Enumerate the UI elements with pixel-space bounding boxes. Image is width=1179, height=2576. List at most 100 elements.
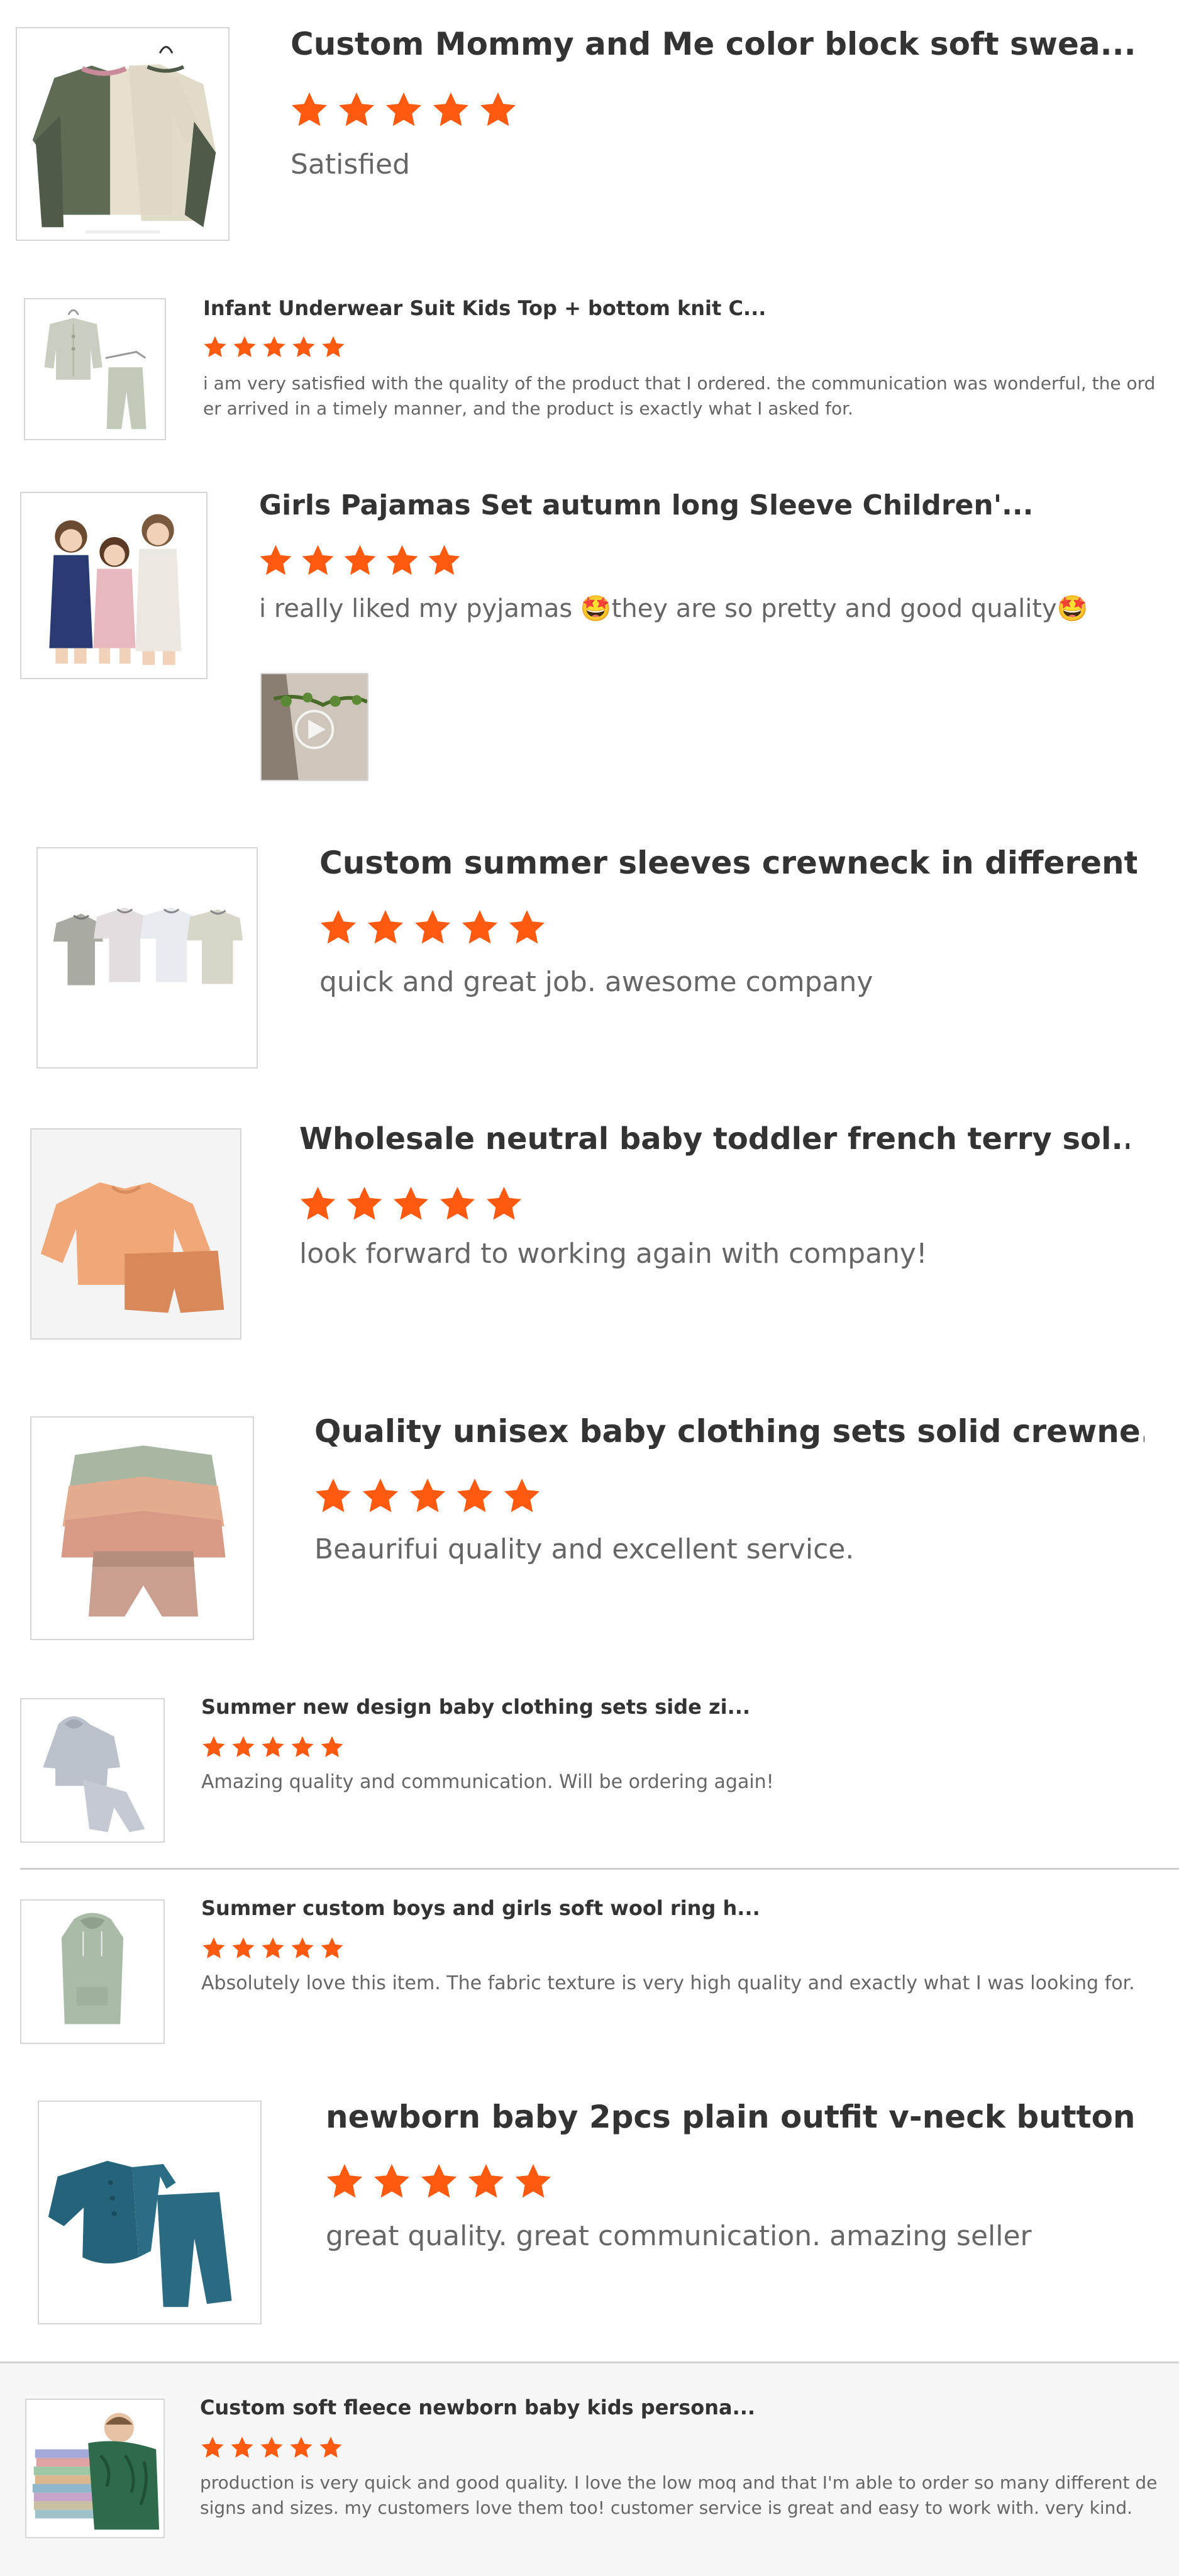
review-item: Custom soft fleece newborn baby kids per… [0,2390,1179,2572]
product-title[interactable]: Wholesale neutral baby toddler french te… [299,1119,1129,1158]
product-title[interactable]: Summer new design baby clothing sets sid… [201,1694,956,1719]
star-icon [321,1736,343,1757]
product-thumbnail[interactable] [24,298,166,440]
star-icon [291,1736,314,1757]
product-title[interactable]: Girls Pajamas Set autumn long Sleeve Chi… [259,488,1077,523]
review-text: i really liked my pyjamas 🤩they are so p… [259,594,1088,623]
product-thumbnail[interactable] [30,1128,241,1340]
star-icon [290,2436,313,2458]
divider [20,1868,1179,1870]
star-rating [258,541,468,580]
tshirts-image [38,848,257,1067]
review-item: Custom summer sleeves crewneck in differ… [0,824,1179,1088]
product-thumbnail[interactable] [20,1698,165,1843]
star-rating [202,333,350,361]
grey-hooded-set-image [21,1699,163,1841]
star-icon [386,545,418,575]
review-text: Satisfied [291,148,411,180]
star-icon [327,2164,362,2198]
review-text: Beaurifui quality and excellent service. [314,1533,855,1565]
star-rating [201,1733,349,1761]
star-rating [298,1182,531,1225]
star-icon [457,1479,492,1513]
star-icon [321,1937,343,1958]
review-item: Girls Pajamas Set autumn long Sleeve Chi… [0,478,1179,811]
review-item: Custom Mommy and Me color block soft swe… [0,0,1179,264]
star-icon [344,545,376,575]
star-icon [316,1479,351,1513]
pajamas-image [21,493,206,678]
sweatshirt-image [17,28,228,240]
product-title[interactable]: Custom soft fleece newborn baby kids per… [200,2395,955,2420]
star-icon [346,1186,382,1219]
product-thumbnail[interactable] [16,27,230,241]
product-thumbnail[interactable] [25,2399,165,2538]
product-title[interactable]: Custom summer sleeves crewneck in differ… [319,843,1137,883]
product-thumbnail[interactable] [30,1416,254,1640]
review-text: Amazing quality and communication. Will … [201,1771,774,1793]
star-icon [319,2436,342,2458]
product-thumbnail[interactable] [20,1899,165,2044]
sage-tank-image [21,1901,163,2043]
star-icon [468,2164,504,2198]
product-title[interactable]: Infant Underwear Suit Kids Top + bottom … [203,296,958,321]
stacked-sets-image [31,1418,253,1639]
star-icon [202,1736,225,1757]
star-rating [200,2434,348,2462]
star-icon [480,92,516,126]
teal-set-image [39,2102,260,2323]
review-text: Absolutely love this item. The fabric te… [201,1972,1135,1994]
star-icon [292,92,327,126]
star-icon [440,1186,475,1219]
star-icon [233,336,256,357]
star-icon [232,1937,255,1958]
review-item: Summer new design baby clothing sets sid… [0,1685,1179,1868]
product-thumbnail[interactable] [20,492,208,679]
review-text-line: signs and sizes. my customers love them … [200,2497,1133,2518]
star-icon [374,2164,409,2198]
product-title[interactable]: Custom Mommy and Me color block soft swe… [291,24,1146,64]
star-icon [433,92,468,126]
star-icon [462,910,497,944]
star-icon [202,1937,225,1958]
star-icon [486,1186,522,1219]
star-icon [504,1479,540,1513]
review-item: Wholesale neutral baby toddler french te… [0,1107,1179,1358]
star-icon [428,545,460,575]
star-icon [204,336,226,357]
review-text-line: production is very quick and good qualit… [200,2472,1158,2493]
star-icon [321,910,356,944]
star-icon [386,92,421,126]
star-icon [509,910,545,944]
product-title[interactable]: Quality unisex baby clothing sets solid … [314,1411,1144,1452]
product-title[interactable]: Summer custom boys and girls soft wool r… [201,1896,956,1921]
star-icon [516,2164,551,2198]
review-text-line: er arrived in a timely manner, and the p… [203,398,853,419]
star-icon [292,336,315,357]
star-icon [410,1479,445,1513]
orange-set-image [31,1130,240,1338]
star-icon [421,2164,457,2198]
star-icon [262,1736,284,1757]
star-icon [339,92,374,126]
star-icon [393,1186,429,1219]
product-thumbnail[interactable] [36,847,258,1069]
product-thumbnail[interactable] [38,2101,262,2324]
infant-set-image [25,299,165,439]
review-item: Quality unisex baby clothing sets solid … [0,1396,1179,1660]
review-video-thumbnail[interactable] [260,673,368,781]
star-rating [201,1935,349,1962]
star-icon [302,545,334,575]
product-title[interactable]: newborn baby 2pcs plain outfit v-neck bu… [326,2097,1143,2137]
review-text: look forward to working again with compa… [299,1238,927,1270]
review-text-line: i am very satisfied with the quality of … [203,373,1156,394]
review-text: great quality. great communication. amaz… [326,2220,1032,2252]
star-icon [260,2436,283,2458]
star-icon [322,336,345,357]
star-icon [231,2436,253,2458]
fleece-blankets-image [26,2400,163,2537]
star-icon [232,1736,255,1757]
star-icon [363,1479,398,1513]
review-item: Infant Underwear Suit Kids Top + bottom … [0,277,1179,459]
star-rating [318,906,554,950]
